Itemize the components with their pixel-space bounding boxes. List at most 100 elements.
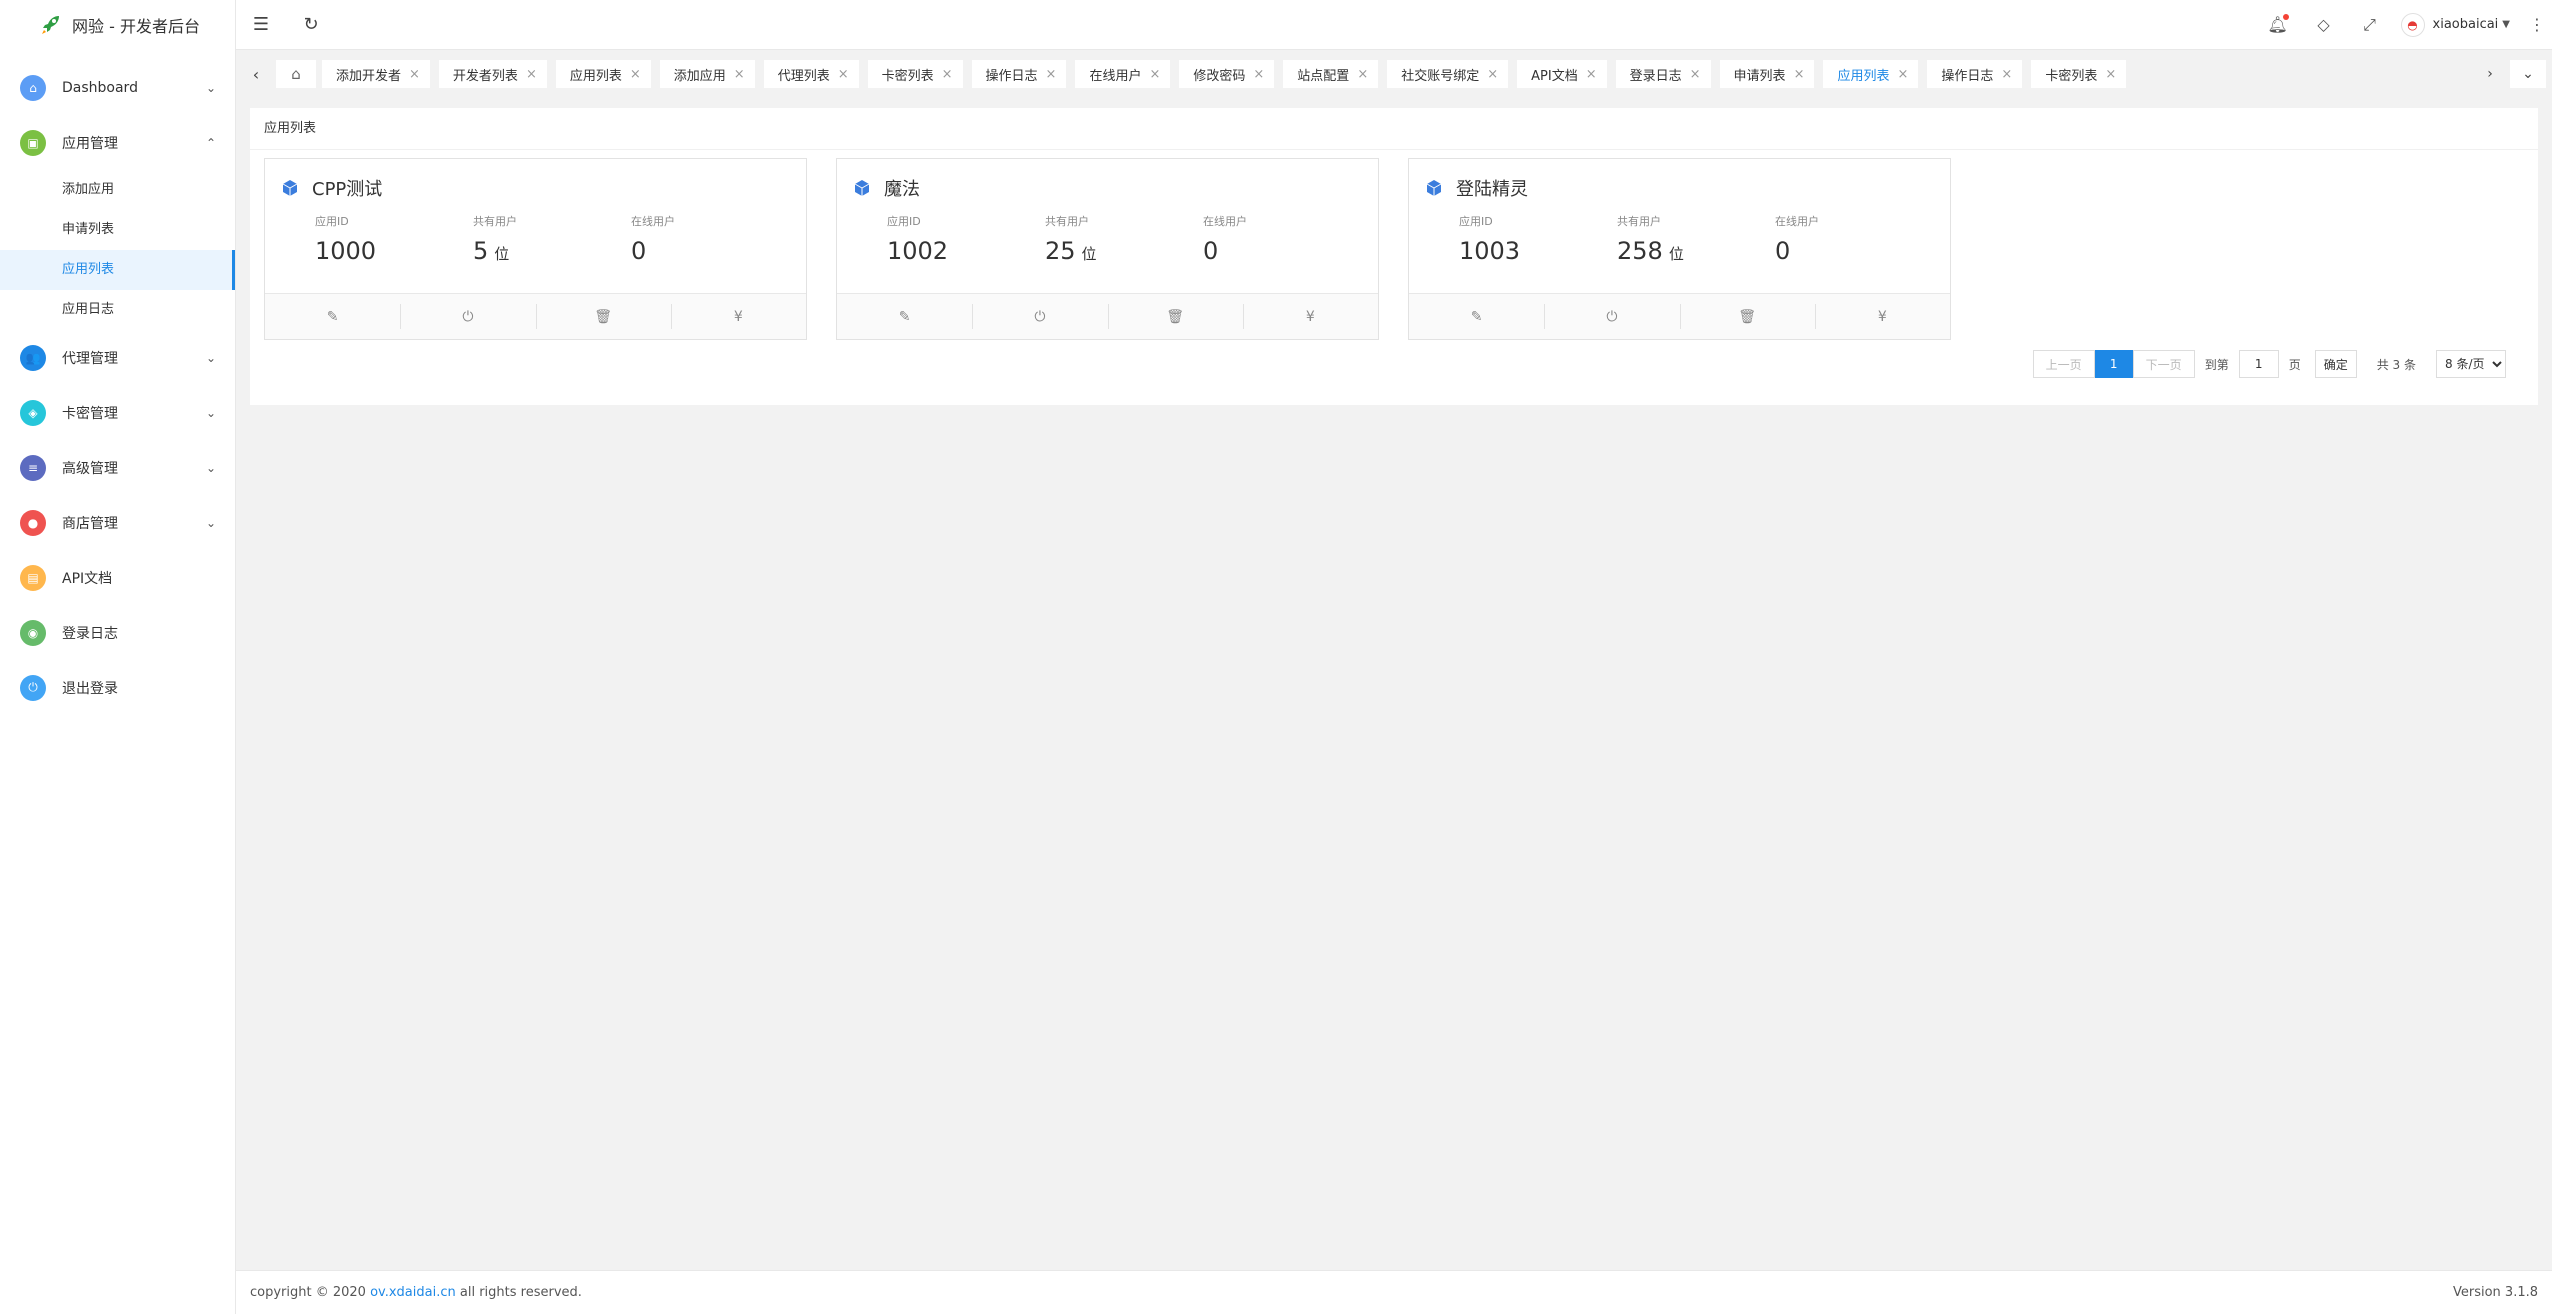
close-icon[interactable]: × xyxy=(1046,67,1057,82)
edit-icon[interactable]: ✎ xyxy=(837,294,972,339)
sidebar-item-label: 卡密管理 xyxy=(62,405,118,422)
tab-item[interactable]: 添加应用 × xyxy=(659,60,755,88)
sidebar: 网验 - 开发者后台 ⌂ Dashboard ⌄ ▣ 应用管理 ⌃ 添加应用 申… xyxy=(0,0,236,1314)
sidebar-subitem-add-app[interactable]: 添加应用 xyxy=(0,170,235,210)
goto-page-input[interactable] xyxy=(2238,350,2279,378)
yen-icon[interactable]: ¥ xyxy=(1814,294,1950,339)
tab-item[interactable]: 应用列表 × xyxy=(555,60,651,88)
power-icon[interactable]: ⏻ xyxy=(1544,294,1679,339)
edit-icon[interactable]: ✎ xyxy=(265,294,400,339)
fullscreen-icon[interactable]: ⤢ xyxy=(2347,0,2393,50)
sidebar-item-advanced-management[interactable]: ≡ 高级管理 ⌄ xyxy=(0,440,235,495)
sidebar-subitem-apply-list[interactable]: 申请列表 xyxy=(0,210,235,250)
tab-item[interactable]: 申请列表 × xyxy=(1719,60,1815,88)
tab-item[interactable]: 卡密列表 × xyxy=(867,60,963,88)
trash-icon[interactable]: 🗑︎ xyxy=(1107,294,1243,339)
close-icon[interactable]: × xyxy=(734,67,745,82)
yen-icon[interactable]: ¥ xyxy=(670,294,806,339)
tab-item[interactable]: 代理列表 × xyxy=(763,60,859,88)
tab-item[interactable]: 社交账号绑定 × xyxy=(1387,60,1509,88)
tab-item[interactable]: 卡密列表 × xyxy=(2031,60,2127,88)
app-card: 登陆精灵 应用ID 1003 共有用户 258 位 在线用户 0 ✎ ⏻ 🗑︎ … xyxy=(1408,158,1951,340)
cube-icon xyxy=(1424,178,1444,198)
close-icon[interactable]: × xyxy=(1149,67,1160,82)
page-size-select[interactable]: 8 条/页 xyxy=(2436,350,2506,378)
site-link[interactable]: ov.xdaidai.cn xyxy=(370,1285,456,1300)
sidebar-item-agent-management[interactable]: 👥 代理管理 ⌄ xyxy=(0,330,235,385)
close-icon[interactable]: × xyxy=(2001,67,2012,82)
close-icon[interactable]: × xyxy=(1897,67,1908,82)
menu-toggle-icon[interactable]: ☰ xyxy=(236,0,286,50)
tag-icon[interactable]: ◇ xyxy=(2301,0,2347,50)
tab-label: 应用列表 xyxy=(1837,68,1890,84)
sidebar-item-api-docs[interactable]: ▤ API文档 xyxy=(0,550,235,605)
sidebar-subitem-app-log[interactable]: 应用日志 xyxy=(0,290,235,330)
prev-page-button[interactable]: 上一页 xyxy=(2032,350,2095,378)
tab-item[interactable]: 在线用户 × xyxy=(1075,60,1171,88)
sidebar-item-login-log[interactable]: ◉ 登录日志 xyxy=(0,605,235,660)
user-menu[interactable]: ◓ xiaobaicai ▼ xyxy=(2393,12,2522,37)
close-icon[interactable]: × xyxy=(2105,67,2116,82)
tab-label: 添加应用 xyxy=(673,68,726,84)
tab-home-icon[interactable]: ⌂ xyxy=(276,60,316,88)
close-icon[interactable]: × xyxy=(942,67,953,82)
goto-confirm-button[interactable]: 确定 xyxy=(2314,350,2357,378)
trash-icon[interactable]: 🗑︎ xyxy=(535,294,671,339)
tab-item[interactable]: 登录日志 × xyxy=(1615,60,1711,88)
close-icon[interactable]: × xyxy=(409,67,420,82)
tab-item[interactable]: 修改密码 × xyxy=(1179,60,1275,88)
app-name: CPP测试 xyxy=(312,179,383,200)
tab-item[interactable]: 操作日志 × xyxy=(971,60,1067,88)
close-icon[interactable]: × xyxy=(1690,67,1701,82)
stat-label: 共有用户 xyxy=(1045,215,1089,228)
edit-icon[interactable]: ✎ xyxy=(1409,294,1544,339)
power-icon[interactable]: ⏻ xyxy=(972,294,1107,339)
close-icon[interactable]: × xyxy=(526,67,537,82)
app-name: 魔法 xyxy=(884,179,920,200)
next-page-button[interactable]: 下一页 xyxy=(2132,350,2195,378)
sidebar-item-dashboard[interactable]: ⌂ Dashboard ⌄ xyxy=(0,60,235,115)
cube-icon xyxy=(280,178,300,198)
main-panel: 应用列表 CPP测试 应用ID 1000 共有用户 5位 在线用户 0 ✎ ⏻ … xyxy=(250,108,2538,405)
power-icon[interactable]: ⏻ xyxy=(400,294,535,339)
tab-label: 站点配置 xyxy=(1297,68,1350,84)
trash-icon[interactable]: 🗑︎ xyxy=(1679,294,1815,339)
tab-label: 登录日志 xyxy=(1629,68,1682,84)
close-icon[interactable]: × xyxy=(1586,67,1597,82)
logo[interactable]: 网验 - 开发者后台 xyxy=(0,0,235,50)
tabs-scroll-left-icon[interactable]: ‹ xyxy=(236,50,276,98)
sidebar-item-label: 应用管理 xyxy=(62,135,118,152)
tab-item[interactable]: 操作日志 × xyxy=(1927,60,2023,88)
sidebar-item-app-management[interactable]: ▣ 应用管理 ⌃ xyxy=(0,115,235,170)
goto-label: 到第 xyxy=(2204,357,2229,372)
close-icon[interactable]: × xyxy=(1253,67,1264,82)
sidebar-subitem-app-list[interactable]: 应用列表 xyxy=(0,250,235,290)
sidebar-item-card-management[interactable]: ◈ 卡密管理 ⌄ xyxy=(0,385,235,440)
app-card: CPP测试 应用ID 1000 共有用户 5位 在线用户 0 ✎ ⏻ 🗑︎ ¥ xyxy=(264,158,807,340)
close-icon[interactable]: × xyxy=(630,67,641,82)
page-number-button[interactable]: 1 xyxy=(2094,350,2133,378)
stat-app-id: 应用ID 1002 xyxy=(887,213,1045,265)
sidebar-item-logout[interactable]: ⏻ 退出登录 xyxy=(0,660,235,715)
tab-item[interactable]: 添加开发者 × xyxy=(322,60,430,88)
tabs-scroll-right-icon[interactable]: › xyxy=(2470,50,2510,98)
username: xiaobaicai xyxy=(2432,17,2499,32)
close-icon[interactable]: × xyxy=(1794,67,1805,82)
tab-item[interactable]: 站点配置 × xyxy=(1283,60,1379,88)
close-icon[interactable]: × xyxy=(1357,67,1368,82)
tab-item[interactable]: API文档 × xyxy=(1517,60,1607,88)
tab-label: 申请列表 xyxy=(1733,68,1786,84)
close-icon[interactable]: × xyxy=(838,67,849,82)
stat-value-row: 258 位 xyxy=(1617,237,1775,265)
close-icon[interactable]: × xyxy=(1487,67,1498,82)
sidebar-item-store-management[interactable]: ● 商店管理 ⌄ xyxy=(0,495,235,550)
tab-item[interactable]: 开发者列表 × xyxy=(438,60,547,88)
tab-item-active[interactable]: 应用列表 × xyxy=(1823,60,1919,88)
yen-icon[interactable]: ¥ xyxy=(1242,294,1378,339)
tabs-menu-chevron-down-icon[interactable]: ⌄ xyxy=(2510,60,2546,88)
app-icon: ▣ xyxy=(20,129,46,156)
bell-icon[interactable]: 🔔︎ xyxy=(2255,0,2301,50)
page-unit-label: 页 xyxy=(2288,357,2301,372)
more-vertical-icon[interactable]: ⋮ xyxy=(2522,0,2552,50)
refresh-icon[interactable]: ↻ xyxy=(286,0,336,50)
